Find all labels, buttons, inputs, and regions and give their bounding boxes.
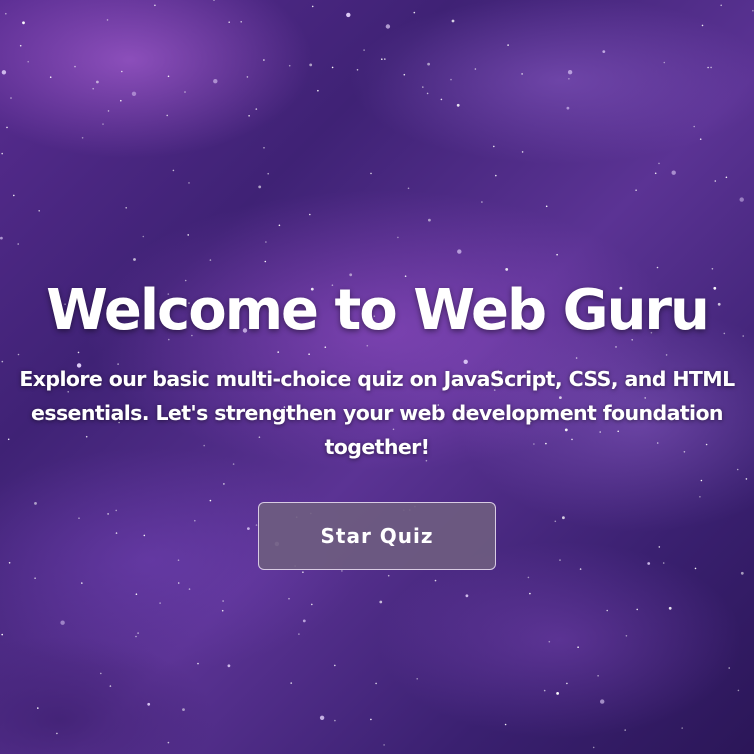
- start-quiz-button[interactable]: Star Quiz: [258, 502, 496, 570]
- page-title: Welcome to Web Guru: [46, 278, 710, 343]
- hero-description: Explore our basic multi-choice quiz on J…: [19, 367, 735, 459]
- hero-section: Welcome to Web Guru Explore our basic mu…: [0, 0, 754, 754]
